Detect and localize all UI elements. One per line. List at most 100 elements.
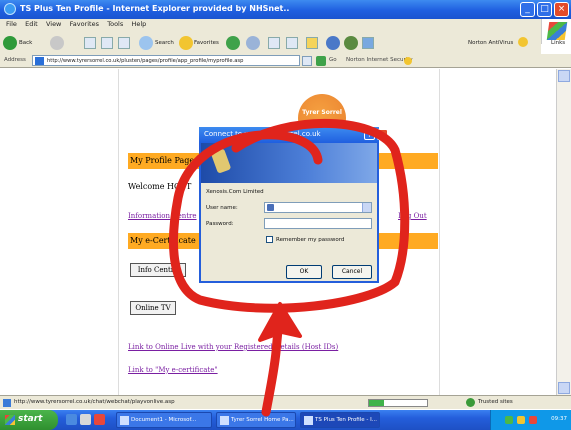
tray-security-icon[interactable] <box>529 416 537 424</box>
quicklaunch-desktop-icon[interactable] <box>80 414 91 425</box>
go-button-label[interactable]: Go <box>329 57 337 63</box>
dialog-help-button[interactable]: ? <box>364 129 375 140</box>
quicklaunch-ie-icon[interactable] <box>66 414 77 425</box>
back-arrow-icon[interactable] <box>3 36 17 50</box>
menu-view[interactable]: View <box>46 20 61 28</box>
menu-edit[interactable]: Edit <box>25 20 38 28</box>
forward-arrow-icon[interactable] <box>50 36 64 50</box>
address-dropdown-icon[interactable] <box>302 56 312 66</box>
username-dropdown-icon[interactable] <box>362 203 371 212</box>
toolbar: Back Search Favorites Norton AntiVirus L… <box>0 32 565 54</box>
start-button[interactable]: start <box>0 410 58 430</box>
page-icon <box>35 57 44 65</box>
dialog-close-button[interactable]: × <box>377 129 388 140</box>
menu-bar: File Edit View Favorites Tools Help <box>0 19 571 32</box>
certificate-heading: My e-Certificate <box>130 236 196 245</box>
maximize-button[interactable]: □ <box>537 2 552 17</box>
mail-icon[interactable] <box>268 37 280 49</box>
go-arrow-icon[interactable] <box>316 56 326 66</box>
status-bar: http://www.tyrersorrel.co.uk/chat/webcha… <box>0 395 571 409</box>
start-label: start <box>18 414 43 424</box>
security-zone: Trusted sites <box>478 399 513 405</box>
task-label: Document1 - Microsof... <box>131 417 197 423</box>
dialog-title: Connect to www.tyrersorrel.co.uk <box>204 130 321 138</box>
password-input[interactable] <box>264 218 372 229</box>
my-certificate-link[interactable]: Link to "My e-certificate" <box>128 366 218 374</box>
favorites-star-icon[interactable] <box>179 36 193 50</box>
username-input[interactable] <box>264 202 372 213</box>
close-button[interactable]: × <box>554 2 569 17</box>
word-icon <box>120 416 129 425</box>
start-flag-icon <box>5 415 15 425</box>
back-button-label[interactable]: Back <box>19 40 32 46</box>
cancel-button[interactable]: Cancel <box>332 265 372 279</box>
logo-text: Tyrer Sorrel <box>302 109 342 116</box>
home-icon[interactable] <box>118 37 130 49</box>
print-icon[interactable] <box>286 37 298 49</box>
ie-task-icon <box>304 416 313 425</box>
dialog-company-text: Xenosis.Com Limited <box>206 189 264 195</box>
load-progress-bar <box>368 399 428 407</box>
profile-heading: My Profile Page <box>130 156 195 165</box>
status-url: http://www.tyrersorrel.co.uk/chat/webcha… <box>14 399 175 405</box>
search-icon[interactable] <box>139 36 153 50</box>
norton-icon[interactable] <box>518 37 528 47</box>
user-icon <box>267 204 274 211</box>
ie-task-icon <box>220 416 229 425</box>
stop-icon[interactable] <box>84 37 96 49</box>
menu-help[interactable]: Help <box>131 20 146 28</box>
minimize-button[interactable]: _ <box>520 2 535 17</box>
folder-icon[interactable] <box>306 37 318 49</box>
scroll-down-icon[interactable] <box>558 382 570 394</box>
online-live-link[interactable]: Link to Online Live with your Registered… <box>128 343 338 351</box>
tray-network-icon[interactable] <box>505 416 513 424</box>
clock: 09:37 <box>551 416 567 422</box>
tools-icon[interactable] <box>344 36 358 50</box>
history-icon[interactable] <box>246 36 260 50</box>
taskbar-item-tyrer-home[interactable]: Tyrer Sorrel Home Pa... <box>216 412 296 428</box>
menu-tools[interactable]: Tools <box>107 20 123 28</box>
ie-icon <box>4 3 16 15</box>
password-label: Password: <box>206 221 234 227</box>
dialog-title-bar: Connect to www.tyrersorrel.co.uk <box>199 127 379 143</box>
load-progress-fill <box>369 400 384 406</box>
windows-flag-icon <box>546 22 568 40</box>
links-label[interactable]: Links <box>551 40 565 46</box>
online-tv-button[interactable]: Online TV <box>130 301 176 315</box>
remember-password-checkbox[interactable] <box>266 236 273 243</box>
information-centre-link[interactable]: Information Centre <box>128 212 197 220</box>
ok-button[interactable]: OK <box>286 265 322 279</box>
task-label: Tyrer Sorrel Home Pa... <box>231 417 294 423</box>
remember-password-label: Remember my password <box>276 237 345 243</box>
menu-favorites[interactable]: Favorites <box>70 20 99 28</box>
menu-file[interactable]: File <box>6 20 17 28</box>
messenger-icon[interactable] <box>326 36 340 50</box>
norton-antivirus-label[interactable]: Norton AntiVirus <box>468 40 513 46</box>
welcome-text: Welcome HOST <box>128 182 192 191</box>
window-title: TS Plus Ten Profile - Internet Explorer … <box>20 4 290 13</box>
tray-norton-icon[interactable] <box>517 416 525 424</box>
trusted-sites-icon <box>466 398 475 407</box>
taskbar-item-document1[interactable]: Document1 - Microsof... <box>116 412 212 428</box>
scroll-up-icon[interactable] <box>558 70 570 82</box>
research-icon[interactable] <box>362 37 374 49</box>
address-url[interactable]: http://www.tyrersorrel.co.uk/plusten/pag… <box>47 58 243 64</box>
system-tray: 09:37 <box>490 410 571 430</box>
norton-security-label[interactable]: Norton Internet Security <box>346 57 413 63</box>
address-field[interactable]: http://www.tyrersorrel.co.uk/plusten/pag… <box>32 55 300 66</box>
info-centre-button[interactable]: Info Centre <box>130 263 186 277</box>
window-title-bar: TS Plus Ten Profile - Internet Explorer … <box>0 0 571 19</box>
log-out-link[interactable]: Log Out <box>398 212 427 220</box>
media-icon[interactable] <box>226 36 240 50</box>
search-button-label[interactable]: Search <box>155 40 174 46</box>
norton-security-icon[interactable] <box>404 57 412 65</box>
username-label: User name: <box>206 205 238 211</box>
favorites-button-label[interactable]: Favorites <box>194 40 219 46</box>
address-bar: Address http://www.tyrersorrel.co.uk/plu… <box>0 54 571 68</box>
refresh-icon[interactable] <box>101 37 113 49</box>
taskbar-item-ts-profile[interactable]: TS Plus Ten Profile - I... <box>300 412 380 428</box>
status-page-icon <box>3 399 11 407</box>
address-label: Address <box>4 57 26 63</box>
quicklaunch-app-icon[interactable] <box>94 414 105 425</box>
vertical-scrollbar[interactable] <box>556 69 571 395</box>
